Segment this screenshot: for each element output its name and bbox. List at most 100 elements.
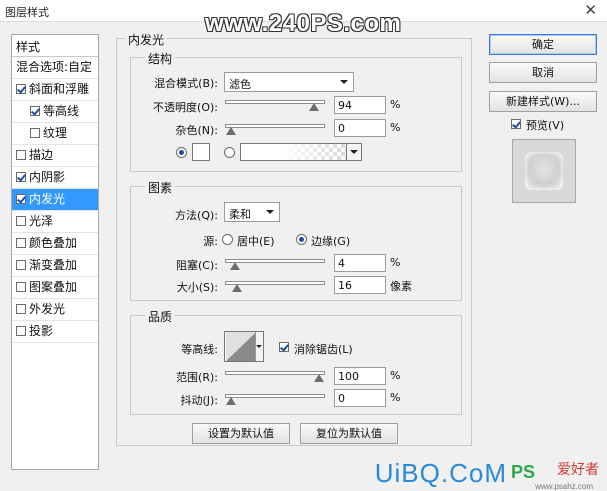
style-item-label: 纹理 [43,126,68,140]
noise-unit: % [390,121,401,134]
style-item-checkbox[interactable] [16,304,26,314]
blend-mode-label: 混合模式(B): [154,77,218,90]
jitter-slider[interactable] [225,394,325,405]
preview-checkbox[interactable] [511,119,521,129]
gradient-fill-radio[interactable] [224,147,235,158]
close-icon[interactable]: ✕ [584,1,597,19]
technique-label: 方法(Q): [175,209,218,222]
range-input[interactable]: 100 [334,367,386,385]
make-default-button[interactable]: 设置为默认值 [192,423,290,444]
style-item[interactable]: 纹理 [12,123,98,145]
style-preview [512,139,576,203]
style-item-checkbox[interactable] [16,216,26,226]
style-item-checkbox[interactable] [16,326,26,336]
style-item[interactable]: 内发光 [12,189,98,211]
anti-alias-checkbox[interactable] [279,342,289,352]
style-item[interactable]: 图案叠加 [12,277,98,299]
footer-logo: UiBQ.CoM PS 爱好者 www.psahz.com [375,458,599,491]
jitter-input[interactable]: 0 [334,389,386,407]
style-item-label: 颜色叠加 [29,236,78,250]
size-slider-thumb[interactable] [231,284,242,292]
style-item-checkbox[interactable] [16,150,26,160]
preview-label[interactable]: 预览(V) [526,117,564,133]
chevron-down-icon [340,80,348,84]
style-item-label: 内阴影 [29,170,66,184]
style-item[interactable]: 外发光 [12,299,98,321]
choke-label: 阻塞(C): [176,259,218,272]
footer-logo-uibq: UiBQ.CoM [374,458,507,488]
source-center-label[interactable]: 居中(E) [237,233,275,249]
style-item[interactable]: 内阴影 [12,167,98,189]
style-item-checkbox[interactable] [16,282,26,292]
style-item[interactable]: 投影 [12,321,98,343]
watermark: www.240PS.com [205,10,402,37]
size-input[interactable]: 16 [334,276,386,294]
style-item-label: 图案叠加 [29,280,78,294]
source-center-radio[interactable] [222,234,233,245]
choke-slider[interactable] [225,259,325,270]
style-item[interactable]: 等高线 [12,101,98,123]
style-item-checkbox[interactable] [30,106,40,116]
source-edge-radio[interactable] [296,234,307,245]
noise-slider-thumb[interactable] [226,127,236,135]
style-item-checkbox[interactable] [16,84,26,94]
footer-logo-ps: PS [510,462,535,482]
style-item-label: 内发光 [29,192,66,206]
opacity-input[interactable]: 94 [334,96,386,114]
new-style-button[interactable]: 新建样式(W)... [489,91,597,112]
style-item[interactable]: 描边 [12,145,98,167]
style-item[interactable]: 斜面和浮雕 [12,79,98,101]
style-item[interactable]: 光泽 [12,211,98,233]
blend-mode-select[interactable]: 滤色 [224,72,354,92]
style-item-checkbox[interactable] [16,194,26,204]
cancel-button[interactable]: 取消 [489,62,597,83]
style-item-checkbox[interactable] [16,238,26,248]
style-item-checkbox[interactable] [16,260,26,270]
color-fill-radio[interactable] [176,147,187,158]
range-slider-thumb[interactable] [314,374,324,382]
ok-button[interactable]: 确定 [489,34,597,55]
source-label: 源: [203,235,218,248]
style-item-checkbox[interactable] [30,128,40,138]
source-edge-label[interactable]: 边缘(G) [311,233,350,249]
footer-logo-site: 爱好者 [557,461,599,477]
size-unit: 像素 [390,280,412,293]
contour-dropdown-icon[interactable] [255,332,263,361]
choke-input[interactable]: 4 [334,254,386,272]
style-item-label: 斜面和浮雕 [29,82,90,96]
noise-input[interactable]: 0 [334,119,386,137]
noise-slider[interactable] [225,124,325,135]
quality-title: 品质 [145,308,176,325]
blending-options-item[interactable]: 混合选项:自定 [12,57,98,79]
contour-label: 等高线: [181,343,218,356]
glow-color-swatch[interactable] [192,143,210,161]
opacity-slider-thumb[interactable] [308,103,319,111]
opacity-label: 不透明度(O): [153,101,218,114]
range-unit: % [390,369,401,382]
reset-default-button[interactable]: 复位为默认值 [300,423,398,444]
gradient-dropdown-icon[interactable] [346,144,361,160]
size-slider[interactable] [225,281,325,292]
jitter-slider-thumb[interactable] [226,397,236,405]
style-item-label: 外发光 [29,302,66,316]
noise-label: 杂色(N): [175,124,218,137]
opacity-slider[interactable] [225,100,325,111]
style-item-checkbox[interactable] [16,172,26,182]
style-item[interactable]: 颜色叠加 [12,233,98,255]
technique-select[interactable]: 柔和 [224,202,280,222]
styles-header[interactable]: 样式 [12,35,98,57]
opacity-unit: % [390,98,401,111]
style-list: 样式 混合选项:自定 斜面和浮雕等高线纹理描边内阴影内发光光泽颜色叠加渐变叠加图… [11,34,99,470]
contour-picker[interactable] [224,331,264,362]
structure-title: 结构 [145,50,176,67]
choke-slider-thumb[interactable] [229,262,240,270]
style-item[interactable]: 渐变叠加 [12,255,98,277]
style-preview-swatch [525,152,563,190]
range-slider[interactable] [225,371,325,382]
elements-title: 图素 [145,179,176,196]
style-item-label: 描边 [29,148,54,162]
window-title: 图层样式 [5,6,49,19]
style-item-label: 光泽 [29,214,54,228]
anti-alias-label[interactable]: 消除锯齿(L) [294,341,353,357]
gradient-picker[interactable] [240,143,362,161]
